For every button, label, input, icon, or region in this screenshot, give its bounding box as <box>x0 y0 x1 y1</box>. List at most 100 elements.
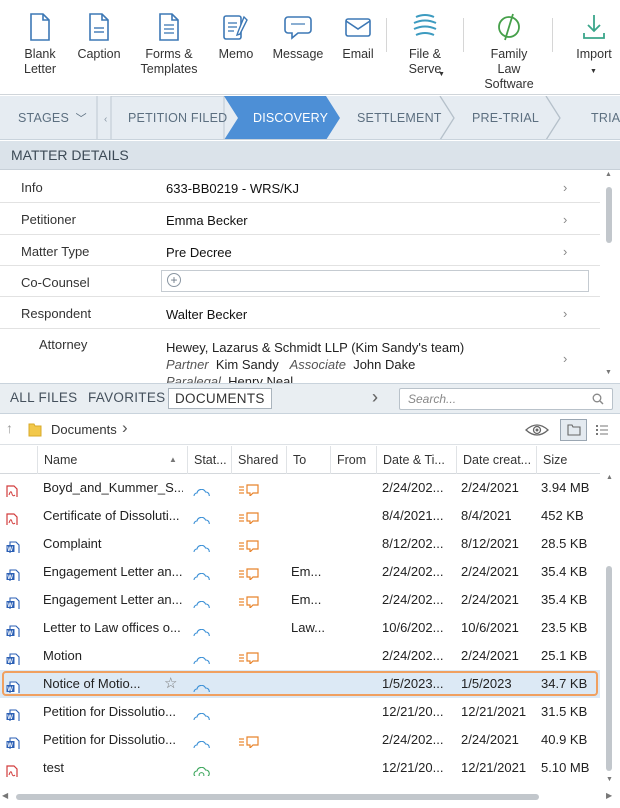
column-name[interactable]: Name ▲ <box>37 446 187 474</box>
up-arrow-icon[interactable]: ↑ <box>6 420 13 436</box>
file-row[interactable]: W Complaint 8/12/202... 8/12/2021 28.5 KB <box>0 530 600 558</box>
shared-message-icon[interactable] <box>238 648 260 664</box>
shared-message-icon[interactable] <box>238 564 260 580</box>
matter-row-matter-type[interactable]: Matter Type Pre Decree › <box>0 235 600 266</box>
family-law-software-button[interactable]: Family Law Software <box>474 0 544 95</box>
file-row[interactable]: W Petition for Dissolutio... 2/24/202... 2/… <box>0 726 600 754</box>
file-row[interactable]: W Motion 2/24/202... 2/24/2021 25.1 KB <box>0 642 600 670</box>
file-row[interactable]: Certificate of Dissoluti... 8/4/2021... 8/… <box>0 502 600 530</box>
blank-letter-label: Blank Letter <box>24 47 56 76</box>
search-icon[interactable] <box>592 393 604 405</box>
word-file-icon: W <box>6 537 20 553</box>
file-size: 5.10 MB <box>541 760 590 775</box>
file-serve-button[interactable]: File & Serve ▼ <box>396 0 454 95</box>
breadcrumb-documents[interactable]: Documents <box>51 422 117 437</box>
column-date-time[interactable]: Date & Ti... <box>376 446 456 474</box>
stage-settlement[interactable]: SETTLEMENT <box>357 96 442 139</box>
stage-discovery[interactable]: DISCOVERY <box>253 96 328 139</box>
forms-templates-button[interactable]: Forms & Templates <box>138 0 200 95</box>
path-bar: ↑ Documents › <box>0 415 620 445</box>
toolbar-separator <box>386 18 387 52</box>
add-circle-icon[interactable]: + <box>167 273 181 287</box>
word-file-icon: W <box>6 621 20 637</box>
scroll-up-icon[interactable]: ▲ <box>606 474 613 481</box>
column-date-created[interactable]: Date creat... <box>456 446 536 474</box>
file-name[interactable]: Motion <box>43 642 183 670</box>
file-name[interactable]: Boyd_and_Kummer_S... <box>43 474 183 502</box>
folder-outline-icon <box>567 424 581 436</box>
cloud-icon <box>193 734 210 748</box>
shared-message-icon[interactable] <box>238 732 260 748</box>
horizontal-scrollbar-thumb[interactable] <box>16 794 539 800</box>
import-icon <box>583 15 605 39</box>
svg-text:W: W <box>7 547 13 553</box>
matter-row-info[interactable]: Info 633-BB0219 - WRS/KJ › <box>0 171 600 203</box>
file-name[interactable]: Letter to Law offices o... <box>43 614 183 642</box>
file-row[interactable]: W Engagement Letter an... Em... 2/24/202...… <box>0 558 600 586</box>
shared-message-icon[interactable] <box>238 592 260 608</box>
file-row[interactable]: test 12/21/20... 12/21/2021 5.10 MB <box>0 754 600 782</box>
shared-message-icon[interactable] <box>238 508 260 524</box>
stages-menu-button[interactable]: STAGES ﹀ <box>18 96 87 139</box>
scroll-right-icon[interactable]: ▶ <box>606 791 612 800</box>
message-button[interactable]: Message <box>270 0 326 95</box>
file-row[interactable]: W Engagement Letter an... Em... 2/24/202...… <box>0 586 600 614</box>
column-shared[interactable]: Shared <box>231 446 286 474</box>
tab-all-files[interactable]: ALL FILES <box>10 390 77 405</box>
shared-message-icon[interactable] <box>238 480 260 496</box>
tab-documents[interactable]: DOCUMENTS <box>168 388 272 409</box>
scroll-up-icon[interactable]: ▲ <box>605 171 612 178</box>
file-to <box>291 754 327 782</box>
import-button[interactable]: Import ▼ <box>568 0 620 95</box>
caption-button[interactable]: Caption <box>74 0 124 95</box>
horizontal-scrollbar[interactable]: ◀ ▶ <box>0 790 620 804</box>
file-name[interactable]: Engagement Letter an... <box>43 586 183 614</box>
list-view-button[interactable] <box>589 419 614 441</box>
search-input[interactable]: Search... <box>399 388 613 410</box>
svg-text:W: W <box>7 743 13 749</box>
matter-scrollbar-thumb[interactable] <box>606 187 612 243</box>
memo-button[interactable]: Memo <box>212 0 260 95</box>
scroll-down-icon[interactable]: ▼ <box>606 776 613 783</box>
scroll-left-icon[interactable]: ◀ <box>2 791 8 800</box>
svg-text:W: W <box>7 603 13 609</box>
word-file-icon: W <box>6 705 20 721</box>
file-name[interactable]: Petition for Dissolutio... <box>43 726 183 754</box>
column-size[interactable]: Size <box>536 446 600 474</box>
file-row[interactable]: Boyd_and_Kummer_S... 2/24/202... 2/24/2021… <box>0 474 600 502</box>
file-name[interactable]: Engagement Letter an... <box>43 558 183 586</box>
file-date-created: 2/24/2021 <box>461 732 519 747</box>
stage-petition-filed[interactable]: PETITION FILED <box>128 96 227 139</box>
eye-icon[interactable] <box>525 422 549 438</box>
matter-row-attorney[interactable]: Attorney Hewey, Lazarus & Schmidt LLP (K… <box>0 329 600 383</box>
svg-text:W: W <box>7 631 13 637</box>
stage-pre-trial[interactable]: PRE-TRIAL <box>472 96 539 139</box>
matter-row-petitioner[interactable]: Petitioner Emma Becker › <box>0 203 600 235</box>
file-list-scrollbar[interactable]: ▲ ▼ <box>604 474 616 790</box>
matter-row-respondent[interactable]: Respondent Walter Becker › <box>0 297 600 329</box>
tab-favorites[interactable]: FAVORITES <box>88 390 165 405</box>
shared-message-icon[interactable] <box>238 536 260 552</box>
column-status[interactable]: Stat... <box>187 446 231 474</box>
matter-scrollbar[interactable]: ▲ ▼ <box>602 171 616 382</box>
info-label: Info <box>21 180 43 195</box>
file-name[interactable]: Petition for Dissolutio... <box>43 698 183 726</box>
file-name[interactable]: Certificate of Dissoluti... <box>43 502 183 530</box>
file-row[interactable]: W Letter to Law offices o... Law... 10/6/20… <box>0 614 600 642</box>
column-type[interactable] <box>0 446 37 474</box>
chevron-right-icon[interactable]: › <box>122 418 128 438</box>
file-row[interactable]: W Petition for Dissolutio... 12/21/20... 12… <box>0 698 600 726</box>
column-to[interactable]: To <box>286 446 330 474</box>
scroll-down-icon[interactable]: ▼ <box>605 369 612 376</box>
email-button[interactable]: Email <box>334 0 382 95</box>
file-name[interactable]: Complaint <box>43 530 183 558</box>
column-from[interactable]: From <box>330 446 376 474</box>
partner-role: Partner <box>166 357 209 372</box>
blank-letter-button[interactable]: Blank Letter <box>14 0 66 95</box>
co-counsel-input[interactable]: + <box>161 270 589 292</box>
folder-view-button[interactable] <box>560 419 587 441</box>
folder-icon <box>28 423 42 437</box>
stage-trial[interactable]: TRIAL <box>591 96 620 139</box>
file-scrollbar-thumb[interactable] <box>606 566 612 771</box>
file-name[interactable]: test <box>43 754 183 782</box>
